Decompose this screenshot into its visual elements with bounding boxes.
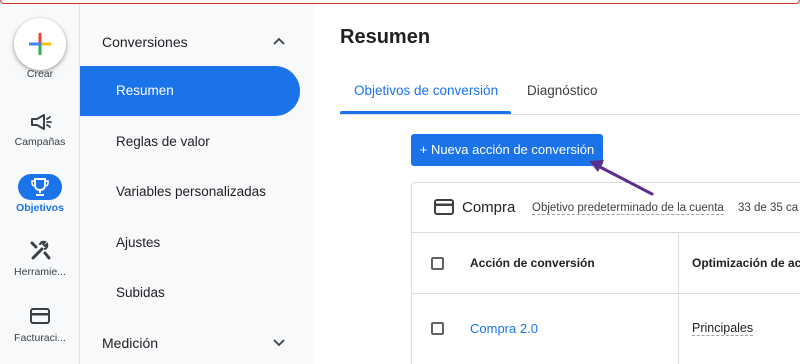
- card-count: 33 de 35 ca: [738, 202, 799, 214]
- card-subtitle: Objetivo predeterminado de la cuenta: [532, 202, 724, 215]
- rail-label-objetivos: Objetivos: [16, 202, 64, 214]
- tab-objetivos-de-conversion[interactable]: Objetivos de conversión: [354, 83, 498, 98]
- nav-item-subidas[interactable]: Subidas: [116, 285, 165, 300]
- create-button[interactable]: [14, 18, 66, 70]
- tabs-divider: [340, 114, 800, 115]
- column-header-optimizacion[interactable]: Optimización de ac: [692, 256, 800, 270]
- conversion-goal-card: Compra Objetivo predeterminado de la cue…: [411, 182, 800, 364]
- section-conversiones[interactable]: Conversiones: [102, 34, 188, 50]
- page-title: Resumen: [340, 26, 431, 48]
- select-all-checkbox[interactable]: [431, 257, 444, 270]
- nav-item-resumen-label: Resumen: [116, 83, 174, 98]
- tools-icon: [30, 240, 51, 260]
- column-header-accion[interactable]: Acción de conversión: [470, 256, 595, 270]
- new-conversion-action-button[interactable]: + Nueva acción de conversión: [411, 134, 603, 166]
- trophy-icon: [31, 178, 49, 196]
- secondary-navigation: Conversiones Resumen Reglas de valor Var…: [80, 4, 314, 364]
- rail-label-herramientas: Herramie...: [14, 266, 66, 278]
- nav-item-resumen[interactable]: Resumen: [80, 66, 300, 116]
- credit-card-icon: [434, 199, 454, 215]
- navigation-rail: Crear Campañas Objetivos Herramie... Fac…: [0, 4, 80, 364]
- credit-card-icon: [30, 308, 50, 324]
- nav-item-reglas-de-valor[interactable]: Reglas de valor: [116, 134, 210, 149]
- column-divider: [678, 233, 679, 364]
- conversion-action-link[interactable]: Compra 2.0: [470, 321, 538, 336]
- plus-icon: [29, 33, 51, 55]
- row-divider: [412, 293, 800, 294]
- megaphone-icon: [31, 114, 52, 130]
- rail-label-campanas: Campañas: [14, 136, 66, 148]
- nav-item-variables-personalizadas[interactable]: Variables personalizadas: [116, 184, 266, 199]
- optimization-value[interactable]: Principales: [692, 321, 754, 336]
- create-label: Crear: [26, 68, 54, 80]
- rail-label-facturacion: Facturaci...: [14, 332, 66, 344]
- row-checkbox[interactable]: [431, 322, 444, 335]
- chevron-down-icon[interactable]: [272, 338, 286, 348]
- card-divider: [412, 232, 800, 233]
- nav-item-ajustes[interactable]: Ajustes: [116, 235, 160, 250]
- chevron-up-icon[interactable]: [272, 36, 286, 46]
- tab-diagnostico[interactable]: Diagnóstico: [527, 83, 598, 98]
- section-medicion[interactable]: Medición: [102, 335, 158, 351]
- card-title: Compra: [462, 199, 516, 216]
